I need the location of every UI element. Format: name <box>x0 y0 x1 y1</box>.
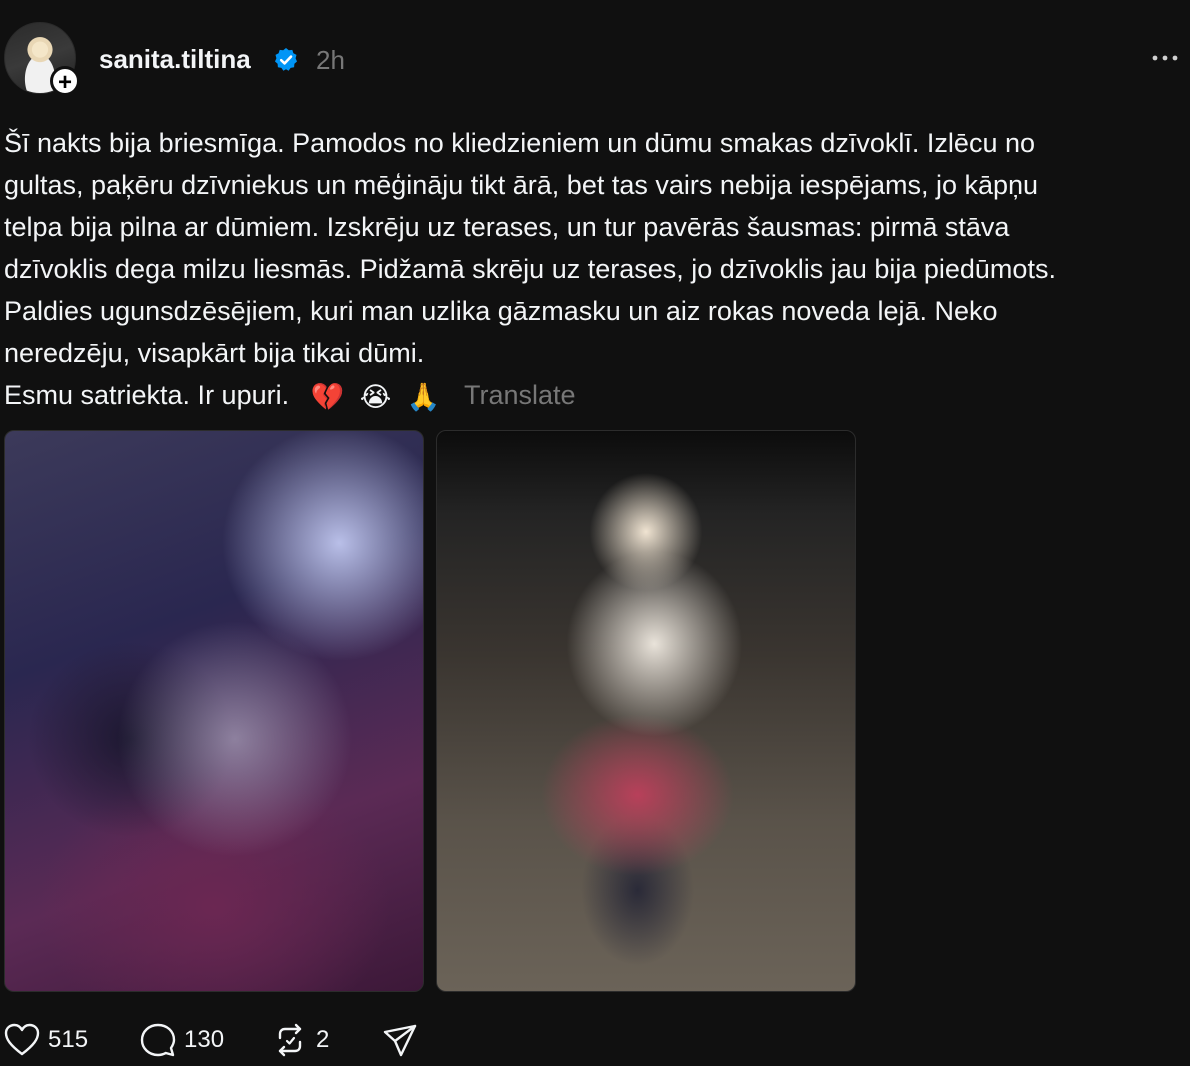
repost-icon <box>278 1023 302 1057</box>
comment-icon <box>140 1023 176 1057</box>
photo-dog-in-blanket[interactable] <box>4 430 424 992</box>
thread-post: + sanita.tiltina 2h Šī nakts bija briesm… <box>0 0 1190 1066</box>
reply-button[interactable]: 130 <box>140 1020 224 1060</box>
caption-line: Paldies ugunsdzēsējiem, kuri man uzlika … <box>4 296 998 326</box>
verified-badge-icon <box>275 48 297 71</box>
avatar-container[interactable]: + <box>4 22 80 96</box>
broken-heart-emoji: 💔 <box>310 381 345 412</box>
repost-button[interactable]: 2 <box>272 1020 329 1060</box>
caption-line: telpa bija pilna ar dūmiem. Izskrēju uz … <box>4 212 1010 242</box>
translate-link[interactable]: Translate <box>464 380 576 410</box>
caption-line: Šī nakts bija briesmīga. Pamodos no klie… <box>4 128 1035 158</box>
like-count: 515 <box>48 1026 89 1053</box>
reply-count: 130 <box>184 1026 225 1053</box>
more-icon[interactable] <box>1150 48 1180 68</box>
post-caption: Šī nakts bija briesmīga. Pamodos no klie… <box>4 122 1184 418</box>
repost-count: 2 <box>316 1026 330 1053</box>
caption-last-line: Esmu satriekta. Ir upuri. 💔 😭 🙏 Translat… <box>4 374 1184 418</box>
caption-line: gultas, paķēru dzīvniekus un mēģināju ti… <box>4 170 1039 200</box>
caption-text: Esmu satriekta. Ir upuri. <box>4 380 290 410</box>
caption-line: neredzēju, visapkārt bija tikai dūmi. <box>4 338 425 368</box>
plus-icon[interactable]: + <box>50 66 80 96</box>
heart-icon <box>4 1023 40 1056</box>
crying-face-emoji: 😭 <box>359 381 392 412</box>
share-button[interactable] <box>382 1020 418 1060</box>
post-timestamp[interactable]: 2h <box>316 45 345 76</box>
like-button[interactable]: 515 <box>4 1020 88 1060</box>
photo-woman-on-bench[interactable] <box>436 430 856 992</box>
username-link[interactable]: sanita.tiltina <box>99 44 251 75</box>
caption-line: dzīvoklis dega milzu liesmās. Pidžamā sk… <box>4 254 1056 284</box>
share-icon <box>383 1024 417 1057</box>
praying-hands-emoji: 🙏 <box>406 381 441 412</box>
